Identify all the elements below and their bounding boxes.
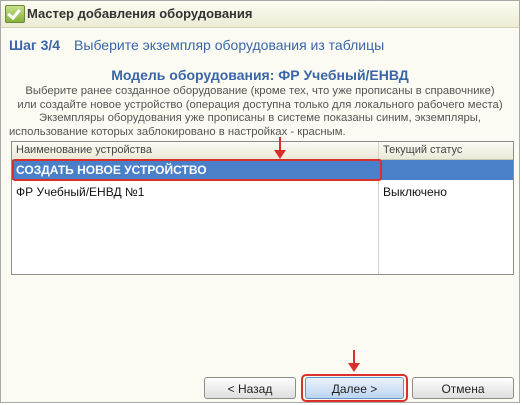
description-line: или создайте новое устройство (операция … — [17, 98, 503, 111]
button-highlight-frame — [301, 374, 408, 402]
table-row[interactable]: ФР Учебный/ЕНВД №1 Выключено — [12, 182, 513, 202]
column-header-name[interactable]: Наименование устройства — [16, 144, 152, 156]
description-line: использование которых заблокировано в на… — [9, 125, 346, 138]
description-line: Экземпляры оборудования уже прописаны в … — [38, 112, 482, 124]
arrow-down-icon — [348, 350, 360, 372]
back-button[interactable]: < Назад — [204, 377, 296, 399]
model-title: Модель оборудования: ФР Учебный/ЕНВД — [111, 67, 409, 83]
column-header-status[interactable]: Текущий статус — [383, 144, 462, 156]
table-header: Наименование устройства Текущий статус — [12, 142, 513, 160]
checkmark-icon — [5, 5, 25, 23]
description-line: Выберите ранее созданное оборудование (к… — [25, 85, 495, 97]
step-text: Выберите экземпляр оборудования из табли… — [74, 37, 385, 53]
arrow-down-icon — [274, 137, 286, 159]
step-number: Шаг 3/4 — [9, 37, 61, 53]
description: Выберите ранее созданное оборудование (к… — [9, 85, 511, 139]
title-bar: Мастер добавления оборудования — [1, 1, 519, 28]
table-cell-status: Выключено — [383, 185, 447, 199]
row-highlight-frame — [12, 159, 382, 181]
wizard-window: Мастер добавления оборудования Шаг 3/4 Вы… — [0, 0, 520, 403]
window-title: Мастер добавления оборудования — [27, 6, 253, 21]
cancel-button[interactable]: Отмена — [412, 377, 514, 399]
table-cell-name: ФР Учебный/ЕНВД №1 — [16, 185, 145, 199]
step-header: Шаг 3/4 Выберите экземпляр оборудования и… — [9, 37, 384, 53]
